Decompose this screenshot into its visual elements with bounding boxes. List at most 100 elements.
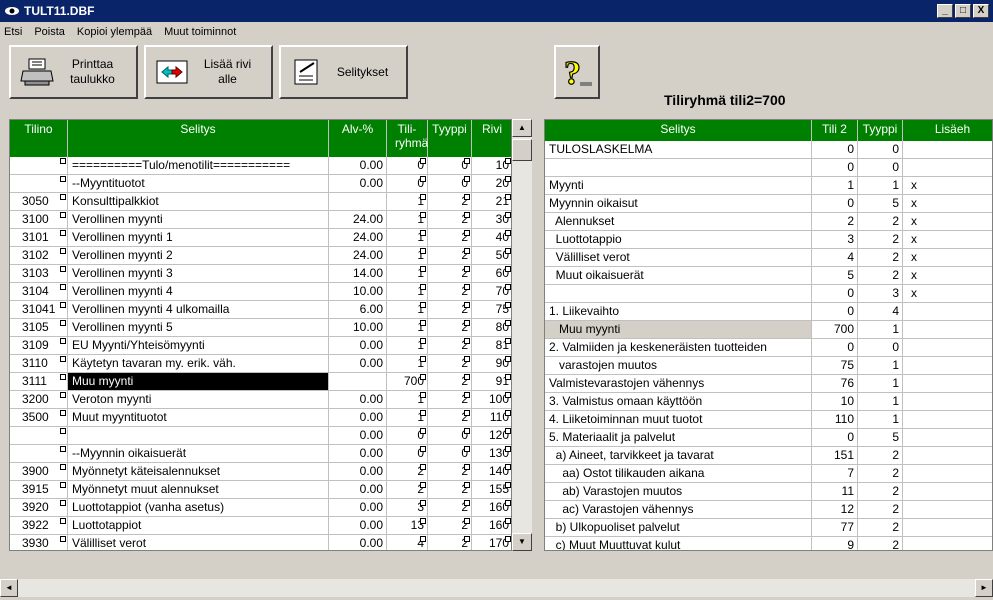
cell-selitys[interactable]: ==========Tulo/menotilit=========== — [68, 157, 329, 175]
cell-r-tili2[interactable]: 151 — [812, 447, 858, 465]
cell-r-tili2[interactable]: 1 — [812, 177, 858, 195]
cell-r-tili2[interactable]: 0 — [812, 339, 858, 357]
cell-r-lisaeh[interactable] — [903, 411, 992, 429]
cell-tilino[interactable]: 3102 — [10, 247, 68, 265]
table-row[interactable]: Alennukset 2 2 x — [545, 213, 992, 231]
table-row[interactable]: 3900 Myönnetyt käteisalennukset 0.00 2 2 140 — [10, 463, 511, 481]
cell-tiliryhma[interactable]: 700 — [387, 373, 428, 391]
cell-tilino[interactable]: 3500 — [10, 409, 68, 427]
cell-tilino[interactable]: 3110 — [10, 355, 68, 373]
add-row-below-button[interactable]: Lisää rivi alle — [144, 45, 273, 99]
cell-tiliryhma[interactable]: 1 — [387, 337, 428, 355]
cell-tilino[interactable] — [10, 157, 68, 175]
table-row[interactable]: 3. Valmistus omaan käyttöön 10 1 — [545, 393, 992, 411]
cell-alv[interactable]: 0.00 — [329, 535, 387, 550]
cell-selitys[interactable]: --Myyntituotot — [68, 175, 329, 193]
cell-alv[interactable]: 24.00 — [329, 211, 387, 229]
cell-alv[interactable]: 24.00 — [329, 247, 387, 265]
col-header-selitys[interactable]: Selitys — [68, 120, 329, 157]
cell-r-tyyppi[interactable]: 1 — [858, 321, 903, 339]
cell-tyyppi[interactable]: 2 — [428, 517, 472, 535]
cell-tyyppi[interactable]: 2 — [428, 319, 472, 337]
cell-alv[interactable]: 10.00 — [329, 319, 387, 337]
cell-tyyppi[interactable]: 0 — [428, 175, 472, 193]
cell-rivi[interactable]: 21 — [472, 193, 511, 211]
col-header-tiliryhma[interactable]: Tili-ryhmä — [387, 120, 428, 157]
cell-rivi[interactable]: 10 — [472, 157, 511, 175]
cell-tyyppi[interactable]: 2 — [428, 391, 472, 409]
cell-r-selitys[interactable]: ab) Varastojen muutos — [545, 483, 812, 501]
cell-tiliryhma[interactable]: 1 — [387, 193, 428, 211]
cell-r-lisaeh[interactable] — [903, 537, 992, 550]
cell-tilino[interactable] — [10, 175, 68, 193]
table-row[interactable]: Valmistevarastojen vähennys 76 1 — [545, 375, 992, 393]
cell-r-tyyppi[interactable]: 2 — [858, 465, 903, 483]
table-row[interactable]: aa) Ostot tilikauden aikana 7 2 — [545, 465, 992, 483]
cell-r-tyyppi[interactable]: 2 — [858, 213, 903, 231]
menu-poista[interactable]: Poista — [34, 26, 65, 38]
table-row[interactable]: 3111 Muu myynti 700 2 91 — [10, 373, 511, 391]
cell-tiliryhma[interactable]: 1 — [387, 211, 428, 229]
cell-tilino[interactable]: 3915 — [10, 481, 68, 499]
cell-tyyppi[interactable]: 2 — [428, 283, 472, 301]
col-header-r-selitys[interactable]: Selitys — [545, 120, 812, 141]
cell-alv[interactable]: 0.00 — [329, 499, 387, 517]
cell-r-tili2[interactable]: 9 — [812, 537, 858, 550]
cell-r-tili2[interactable]: 7 — [812, 465, 858, 483]
cell-r-tili2[interactable]: 0 — [812, 195, 858, 213]
cell-r-lisaeh[interactable] — [903, 159, 992, 177]
cell-r-tyyppi[interactable]: 5 — [858, 195, 903, 213]
cell-r-lisaeh[interactable] — [903, 447, 992, 465]
cell-r-selitys[interactable]: 1. Liikevaihto — [545, 303, 812, 321]
cell-r-tyyppi[interactable]: 2 — [858, 483, 903, 501]
cell-r-selitys[interactable]: Muu myynti — [545, 321, 812, 339]
cell-r-selitys[interactable]: Valmistevarastojen vähennys — [545, 375, 812, 393]
cell-r-tyyppi[interactable]: 1 — [858, 393, 903, 411]
cell-tiliryhma[interactable]: 1 — [387, 229, 428, 247]
cell-selitys[interactable]: Verollinen myynti 1 — [68, 229, 329, 247]
cell-r-selitys[interactable]: varastojen muutos — [545, 357, 812, 375]
cell-alv[interactable]: 0.00 — [329, 337, 387, 355]
cell-rivi[interactable]: 90 — [472, 355, 511, 373]
cell-r-selitys[interactable]: c) Muut Muuttuvat kulut — [545, 537, 812, 550]
minimize-button[interactable]: _ — [937, 4, 953, 18]
cell-r-tili2[interactable]: 0 — [812, 141, 858, 159]
col-header-tyyppi[interactable]: Tyyppi — [428, 120, 472, 157]
cell-r-lisaeh[interactable] — [903, 357, 992, 375]
table-row[interactable]: 3500 Muut myyntituotot 0.00 1 2 110 — [10, 409, 511, 427]
cell-selitys[interactable]: Verollinen myynti 4 ulkomailla — [68, 301, 329, 319]
table-row[interactable]: a) Aineet, tarvikkeet ja tavarat 151 2 — [545, 447, 992, 465]
horizontal-scrollbar[interactable]: ◄ ► — [0, 579, 993, 597]
cell-tilino[interactable]: 3050 — [10, 193, 68, 211]
col-header-r-tyyppi[interactable]: Tyyppi — [858, 120, 903, 141]
cell-alv[interactable]: 10.00 — [329, 283, 387, 301]
cell-tiliryhma[interactable]: 1 — [387, 409, 428, 427]
cell-alv[interactable]: 0.00 — [329, 175, 387, 193]
cell-r-lisaeh[interactable] — [903, 303, 992, 321]
table-row[interactable]: 3103 Verollinen myynti 3 14.00 1 2 60 — [10, 265, 511, 283]
cell-tilino[interactable]: 3200 — [10, 391, 68, 409]
cell-r-lisaeh[interactable] — [903, 501, 992, 519]
table-row[interactable]: 1. Liikevaihto 0 4 — [545, 303, 992, 321]
cell-tilino[interactable]: 3922 — [10, 517, 68, 535]
cell-tyyppi[interactable]: 2 — [428, 535, 472, 550]
cell-r-tyyppi[interactable]: 0 — [858, 339, 903, 357]
cell-tyyppi[interactable]: 2 — [428, 301, 472, 319]
table-row[interactable]: 2. Valmiiden ja keskeneräisten tuotteide… — [545, 339, 992, 357]
table-row[interactable]: 5. Materiaalit ja palvelut 0 5 — [545, 429, 992, 447]
cell-r-selitys[interactable]: 3. Valmistus omaan käyttöön — [545, 393, 812, 411]
cell-alv[interactable] — [329, 193, 387, 211]
cell-r-tyyppi[interactable]: 1 — [858, 357, 903, 375]
scroll-down-arrow-icon[interactable]: ▼ — [512, 533, 532, 551]
cell-rivi[interactable]: 110 — [472, 409, 511, 427]
cell-tyyppi[interactable]: 0 — [428, 445, 472, 463]
cell-rivi[interactable]: 60 — [472, 265, 511, 283]
cell-r-lisaeh[interactable]: x — [903, 267, 992, 285]
cell-r-lisaeh[interactable] — [903, 519, 992, 537]
cell-selitys[interactable]: --Myynnin oikaisuerät — [68, 445, 329, 463]
cell-tilino[interactable]: 3900 — [10, 463, 68, 481]
cell-r-lisaeh[interactable]: x — [903, 285, 992, 303]
cell-r-tili2[interactable]: 11 — [812, 483, 858, 501]
cell-rivi[interactable]: 140 — [472, 463, 511, 481]
table-row[interactable]: ab) Varastojen muutos 11 2 — [545, 483, 992, 501]
